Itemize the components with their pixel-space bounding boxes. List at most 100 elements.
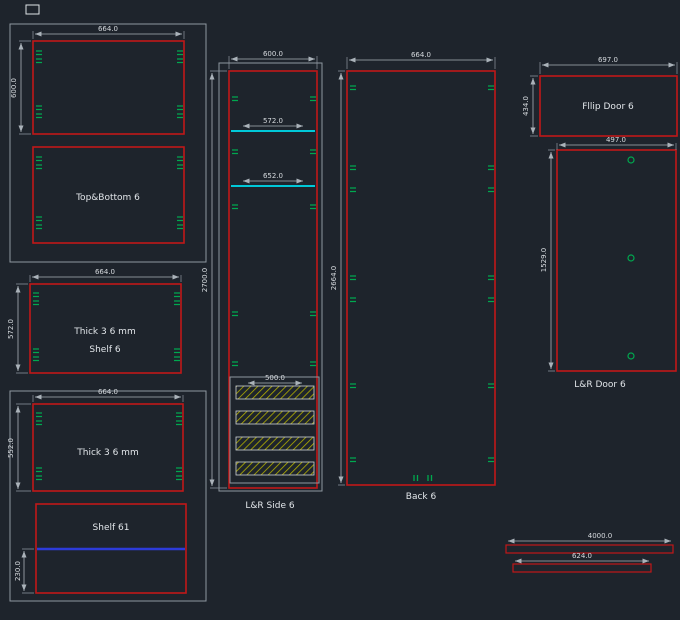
drill-mark-icon[interactable] <box>349 297 357 303</box>
drill-mark-icon[interactable] <box>176 105 184 111</box>
drill-mark-icon[interactable] <box>35 164 43 170</box>
extension-line[interactable] <box>556 143 677 150</box>
drill-mark-icon[interactable] <box>487 85 495 91</box>
dim-label-length[interactable]: 624.0 <box>572 552 592 560</box>
drill-mark-icon[interactable] <box>32 292 40 298</box>
drill-mark-icon[interactable] <box>349 165 357 171</box>
dim-label-height[interactable]: 2700.0 <box>201 268 209 293</box>
panel-outline[interactable] <box>228 70 318 489</box>
drill-mark-icon[interactable] <box>231 361 239 367</box>
dim-label-height[interactable]: 572.0 <box>7 319 15 339</box>
drill-mark-icon[interactable] <box>173 348 181 354</box>
drill-mark-icon[interactable] <box>309 149 317 155</box>
part-label[interactable]: L&R Side 6 <box>245 501 294 511</box>
drill-mark-icon[interactable] <box>487 165 495 171</box>
drill-mark-icon[interactable] <box>176 216 184 222</box>
extension-line[interactable] <box>530 75 538 137</box>
drill-mark-icon[interactable] <box>176 156 184 162</box>
dim-label-height[interactable]: 1529.0 <box>540 248 548 273</box>
drill-mark-icon[interactable] <box>349 85 357 91</box>
part-label[interactable]: Back 6 <box>406 492 437 502</box>
drill-mark-icon[interactable] <box>32 356 40 362</box>
dim-label-width[interactable]: 664.0 <box>98 388 118 396</box>
drill-mark-icon[interactable] <box>173 300 181 306</box>
dim-label-width[interactable]: 697.0 <box>598 56 618 64</box>
drill-mark-icon[interactable] <box>35 105 43 111</box>
hinge-hole-icon[interactable] <box>627 254 635 262</box>
group-border-top-left[interactable] <box>9 23 207 263</box>
drawer-slide-hatch[interactable] <box>235 461 315 476</box>
drill-mark-icon[interactable] <box>487 187 495 193</box>
drill-mark-icon[interactable] <box>231 311 239 317</box>
drill-mark-icon[interactable] <box>32 348 40 354</box>
dim-label-length[interactable]: 4000.0 <box>588 532 613 540</box>
drill-mark-icon[interactable] <box>35 216 43 222</box>
drill-mark-icon[interactable] <box>231 204 239 210</box>
drill-mark-icon[interactable] <box>35 224 43 230</box>
drill-mark-icon[interactable] <box>231 96 239 102</box>
cad-model-space[interactable]: 664.0 600.0 Top&Bottom 6 664.0 572.0 Thi… <box>0 0 680 620</box>
part-label[interactable]: Fllip Door 6 <box>582 102 634 112</box>
drawer-slide-hatch[interactable] <box>235 410 315 425</box>
dim-label-height[interactable]: 434.0 <box>522 96 530 116</box>
dim-label-inner-1[interactable]: 572.0 <box>263 117 283 125</box>
drill-mark-icon[interactable] <box>176 58 184 64</box>
drill-mark-icon[interactable] <box>309 96 317 102</box>
dim-label-height[interactable]: 600.0 <box>10 78 18 98</box>
drill-mark-icon[interactable] <box>173 292 181 298</box>
drill-mark-icon[interactable] <box>32 300 40 306</box>
part-label[interactable]: Shelf 61 <box>93 523 130 533</box>
drill-mark-icon[interactable] <box>35 467 43 473</box>
drill-mark-icon[interactable] <box>175 412 183 418</box>
drill-mark-icon[interactable] <box>176 113 184 119</box>
drill-mark-icon[interactable] <box>35 475 43 481</box>
drill-mark-icon[interactable] <box>173 356 181 362</box>
drill-mark-icon[interactable] <box>349 187 357 193</box>
drill-mark-icon[interactable] <box>176 164 184 170</box>
drill-mark-icon[interactable] <box>427 474 433 482</box>
hinge-hole-icon[interactable] <box>627 352 635 360</box>
drill-mark-icon[interactable] <box>349 383 357 389</box>
hinge-hole-icon[interactable] <box>627 156 635 164</box>
drill-mark-icon[interactable] <box>35 156 43 162</box>
drill-mark-icon[interactable] <box>487 457 495 463</box>
drill-mark-icon[interactable] <box>176 50 184 56</box>
drill-mark-icon[interactable] <box>231 149 239 155</box>
part-label[interactable]: Thick 3 6 mm <box>73 327 135 337</box>
drill-mark-icon[interactable] <box>175 420 183 426</box>
panel-outline[interactable] <box>346 70 496 486</box>
part-label[interactable]: Shelf 6 <box>89 345 120 355</box>
panel-outline[interactable] <box>32 40 185 135</box>
drawing-area[interactable]: 664.0 600.0 Top&Bottom 6 664.0 572.0 Thi… <box>0 0 680 620</box>
group-border[interactable] <box>218 62 323 492</box>
drill-mark-icon[interactable] <box>35 420 43 426</box>
drill-mark-icon[interactable] <box>309 311 317 317</box>
drill-mark-icon[interactable] <box>487 383 495 389</box>
drill-mark-icon[interactable] <box>487 297 495 303</box>
dim-label-height[interactable]: 552.0 <box>7 438 15 458</box>
drill-mark-icon[interactable] <box>175 467 183 473</box>
dim-label-width[interactable]: 600.0 <box>263 50 283 58</box>
extension-line[interactable] <box>29 275 182 282</box>
dim-label-width[interactable]: 664.0 <box>411 51 431 59</box>
dim-label-height[interactable]: 2664.0 <box>330 266 338 291</box>
dim-label-height[interactable]: 230.0 <box>14 561 22 581</box>
group-border-bottom-left[interactable] <box>9 390 207 602</box>
drill-mark-icon[interactable] <box>349 275 357 281</box>
part-label[interactable]: Top&Bottom 6 <box>75 193 140 203</box>
dim-label-width[interactable]: 497.0 <box>606 136 626 144</box>
panel-outline[interactable] <box>556 149 677 372</box>
part-label[interactable]: L&R Door 6 <box>574 380 626 390</box>
drawer-slide-hatch[interactable] <box>235 436 315 451</box>
drill-mark-icon[interactable] <box>175 475 183 481</box>
drill-mark-icon[interactable] <box>349 457 357 463</box>
drill-mark-icon[interactable] <box>35 58 43 64</box>
drill-mark-icon[interactable] <box>487 275 495 281</box>
drawer-slide-hatch[interactable] <box>235 385 315 400</box>
drill-mark-icon[interactable] <box>35 50 43 56</box>
drill-mark-icon[interactable] <box>35 412 43 418</box>
extension-line[interactable] <box>548 149 555 372</box>
drill-mark-icon[interactable] <box>176 224 184 230</box>
drill-mark-icon[interactable] <box>413 474 419 482</box>
dim-label-hatch[interactable]: 500.0 <box>265 374 285 382</box>
